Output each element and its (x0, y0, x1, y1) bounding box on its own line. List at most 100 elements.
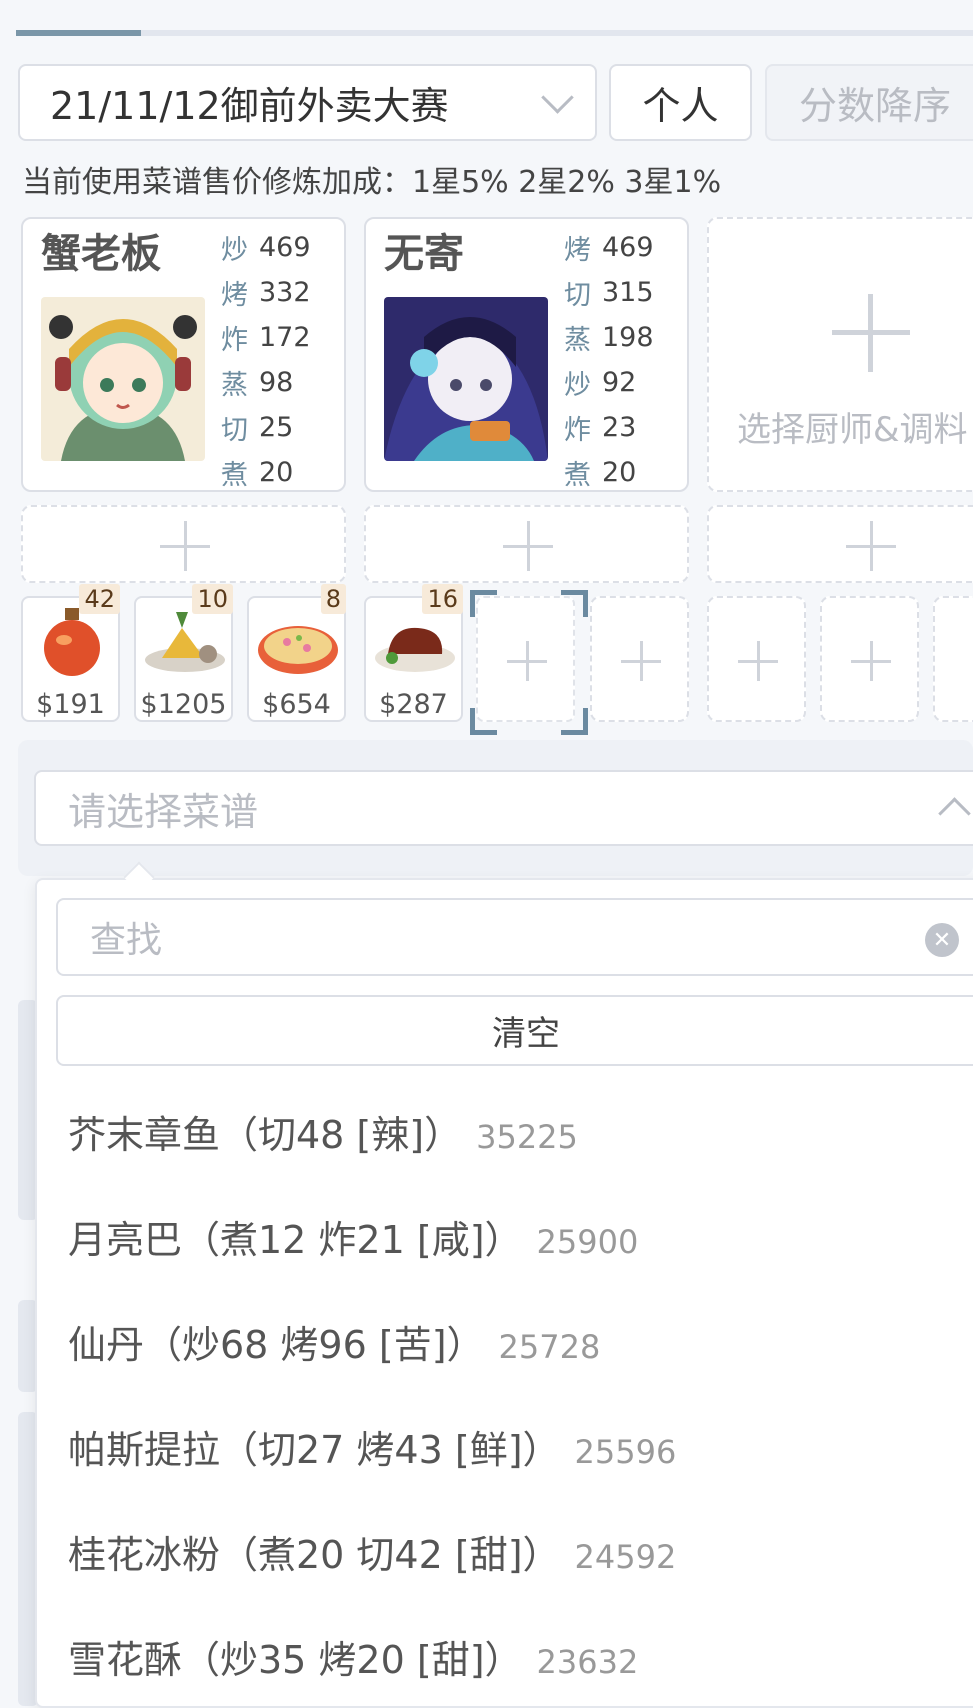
dish-slot-empty[interactable] (590, 596, 689, 722)
skill-row: 切 25 (221, 405, 311, 450)
recipe-option-label: 帕斯提拉（切27 烤43 [鲜]） (68, 1428, 561, 1472)
dish-image (29, 608, 115, 678)
mode-button[interactable]: 个人 (609, 64, 752, 141)
chef-avatar (384, 297, 548, 461)
skill-value: 315 (602, 277, 654, 308)
skill-row: 炒 92 (564, 360, 654, 405)
dish-image (142, 608, 228, 678)
dish-quantity: 16 (422, 584, 463, 614)
skill-value: 25 (259, 412, 294, 443)
clear-icon[interactable]: ✕ (925, 923, 959, 957)
recipe-option[interactable]: 雪花酥（炒35 烤20 [甜]） 23632 (68, 1629, 638, 1684)
chef-skill-list: 烤 469 切 315 蒸 198 炒 92 炸 23 煮 20 (564, 225, 654, 495)
recipe-option[interactable]: 仙丹（炒68 烤96 [苦]） 25728 (68, 1314, 600, 1369)
skill-row: 蒸 198 (564, 315, 654, 360)
recipe-option[interactable]: 芥末章鱼（切48 [辣]） 35225 (68, 1104, 578, 1159)
skill-row: 炸 172 (221, 315, 311, 360)
recipe-search-input[interactable]: 查找 (56, 898, 973, 976)
chef-avatar (41, 297, 205, 461)
skill-row: 炸 23 (564, 405, 654, 450)
sort-label: 分数降序 (799, 84, 952, 128)
skill-value: 98 (259, 367, 294, 398)
clear-button[interactable]: 清空 (56, 995, 973, 1066)
skill-row: 烤 469 (564, 225, 654, 270)
dish-quantity: 8 (320, 584, 346, 614)
dish-slot[interactable]: 16 $287 (364, 584, 463, 722)
skill-value: 92 (602, 367, 637, 398)
dish-price: $654 (262, 689, 331, 720)
skill-value: 20 (602, 457, 637, 488)
skill-name: 炸 (221, 325, 248, 356)
recipe-option[interactable]: 月亮巴（煮12 炸21 [咸]） 25900 (68, 1209, 638, 1264)
recipe-option-label: 桂花冰粉（煮20 切42 [甜]） (68, 1533, 561, 1577)
skill-row: 切 315 (564, 270, 654, 315)
recipe-option-score: 35225 (476, 1118, 578, 1156)
tab-active-indicator[interactable] (16, 30, 141, 36)
plus-icon (507, 641, 547, 681)
add-equip-slot[interactable] (364, 505, 689, 583)
dish-slot[interactable]: 8 $654 (247, 584, 346, 722)
dish-price: $1205 (140, 689, 227, 720)
recipe-option-score: 24592 (574, 1538, 677, 1576)
recipe-option-score: 25728 (498, 1328, 601, 1366)
dish-slot[interactable]: 10 $1205 (134, 584, 233, 722)
skill-name: 煮 (564, 460, 591, 491)
add-equip-slot[interactable] (21, 505, 346, 583)
skill-value: 23 (602, 412, 637, 443)
add-equip-slot[interactable] (707, 505, 973, 583)
chevron-down-icon (541, 81, 574, 114)
contest-select[interactable]: 21/11/12御前外卖大赛 (18, 64, 597, 141)
dish-slot[interactable]: 42 $191 (21, 584, 120, 722)
search-placeholder: 查找 (90, 920, 163, 961)
skill-value: 20 (259, 457, 294, 488)
skill-row: 炒 469 (221, 225, 311, 270)
recipe-option-score: 25900 (536, 1223, 639, 1261)
skill-row: 煮 20 (564, 450, 654, 495)
bonus-info-text: 当前使用菜谱售价修炼加成：1星5% 2星2% 3星1% (22, 165, 722, 200)
skill-row: 煮 20 (221, 450, 311, 495)
skill-name: 烤 (564, 235, 591, 266)
skill-value: 469 (602, 232, 654, 263)
dish-slot-empty[interactable] (820, 596, 919, 722)
dish-price: $287 (379, 689, 448, 720)
chef-skill-list: 炒 469 烤 332 炸 172 蒸 98 切 25 煮 20 (221, 225, 311, 495)
recipe-option-label: 仙丹（炒68 烤96 [苦]） (68, 1323, 485, 1367)
dish-image (255, 608, 341, 678)
skill-value: 332 (259, 277, 311, 308)
sort-button[interactable]: 分数降序 (765, 64, 973, 141)
plus-icon (621, 641, 661, 681)
plus-icon (503, 521, 553, 571)
recipe-select[interactable]: 请选择菜谱 (34, 770, 973, 846)
focus-bracket (470, 590, 497, 617)
skill-name: 煮 (221, 460, 248, 491)
dish-quantity: 10 (192, 584, 233, 614)
recipe-option-score: 25596 (574, 1433, 677, 1471)
chef-card[interactable]: 蟹老板 炒 469 烤 332 炸 172 蒸 98 切 25 煮 20 (21, 217, 346, 492)
select-chef-label: 选择厨师&调料 (737, 410, 968, 450)
skill-name: 蒸 (221, 370, 248, 401)
dish-slot-empty[interactable] (707, 596, 806, 722)
skill-value: 469 (259, 232, 311, 263)
tab-bar (16, 30, 973, 36)
recipe-select-placeholder: 请选择菜谱 (68, 789, 259, 834)
recipe-option[interactable]: 桂花冰粉（煮20 切42 [甜]） 24592 (68, 1524, 676, 1579)
skill-name: 烤 (221, 280, 248, 311)
chef-name: 蟹老板 (41, 231, 161, 277)
skill-name: 切 (564, 280, 591, 311)
dish-price: $191 (36, 689, 105, 720)
skill-name: 炒 (564, 370, 591, 401)
recipe-option-score: 23632 (536, 1643, 639, 1681)
skill-name: 炒 (221, 235, 248, 266)
dish-slot-empty[interactable] (933, 596, 973, 722)
recipe-option[interactable]: 帕斯提拉（切27 烤43 [鲜]） 25596 (68, 1419, 676, 1474)
recipe-option-label: 芥末章鱼（切48 [辣]） (68, 1113, 463, 1157)
focus-bracket (561, 590, 588, 617)
chef-name: 无寄 (384, 231, 464, 277)
contest-select-value: 21/11/12御前外卖大赛 (50, 84, 449, 128)
skill-name: 蒸 (564, 325, 591, 356)
focus-bracket (470, 708, 497, 735)
chef-card[interactable]: 无寄 烤 469 切 315 蒸 198 炒 92 炸 23 煮 20 (364, 217, 689, 492)
skill-value: 172 (259, 322, 311, 353)
plus-icon (738, 641, 778, 681)
empty-chef-slot[interactable]: 选择厨师&调料 (707, 217, 973, 492)
